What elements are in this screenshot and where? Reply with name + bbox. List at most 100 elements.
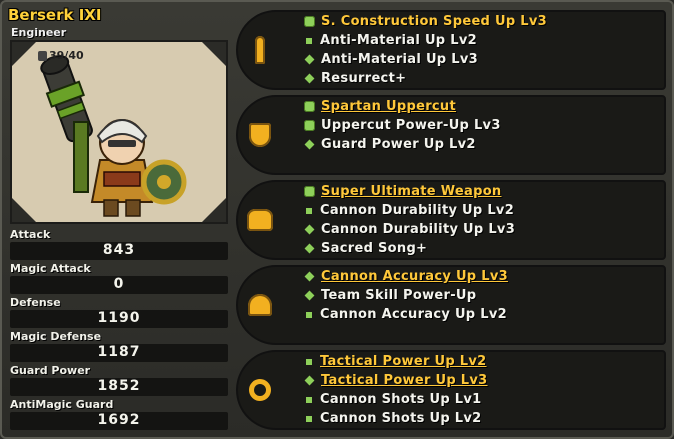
slot-icon-wrap[interactable] (240, 188, 280, 252)
slot-icon-wrap[interactable] (240, 103, 280, 167)
slot-icon-wrap[interactable] (240, 358, 280, 422)
skill-item[interactable]: Sacred Song+ (304, 239, 515, 258)
character-class: Engineer (11, 26, 67, 39)
slot-icon-wrap[interactable] (240, 273, 280, 337)
skill-name: Tactical Power Up Lv3 (321, 373, 488, 388)
skill-name: Team Skill Power-Up (321, 288, 477, 303)
stat-antimagic-guard: AntiMagic Guard 1692 (8, 398, 228, 432)
stat-value-box: 843 (10, 242, 228, 260)
skill-item[interactable]: Cannon Shots Up Lv1 (304, 390, 488, 409)
stat-magic-defense: Magic Defense 1187 (8, 330, 228, 364)
skill-marker-icon (306, 358, 312, 365)
equipment-slot-weapon[interactable]: S. Construction Speed Up Lv3 Anti-Materi… (236, 10, 666, 90)
character-name: Berserk IXI (8, 6, 102, 24)
skill-marker-icon (304, 290, 315, 301)
skill-marker-icon (306, 415, 312, 422)
skill-item[interactable]: Cannon Accuracy Up Lv3 (304, 267, 508, 286)
frame-corner (202, 198, 226, 222)
frame-corner (12, 42, 36, 66)
skill-marker-icon (304, 16, 315, 27)
stat-value-box: 1187 (10, 344, 228, 362)
stat-value: 1852 (97, 378, 141, 394)
skill-list: Cannon Accuracy Up Lv3 Team Skill Power-… (304, 267, 508, 324)
skill-marker-icon (304, 54, 315, 65)
skill-item[interactable]: Tactical Power Up Lv2 (304, 352, 488, 371)
stat-label: AntiMagic Guard (10, 398, 114, 411)
stat-guard-power: Guard Power 1852 (8, 364, 228, 398)
skill-name: Super Ultimate Weapon (321, 184, 502, 199)
level-value: 39/40 (49, 49, 84, 62)
skill-marker-icon (304, 101, 315, 112)
stat-value-box: 0 (10, 276, 228, 294)
skill-marker-icon (306, 207, 312, 214)
skill-marker-icon (304, 243, 315, 254)
stat-value-box: 1852 (10, 378, 228, 396)
skill-marker-icon (304, 73, 315, 84)
skill-name: Cannon Shots Up Lv1 (320, 392, 482, 407)
stat-value-box: 1190 (10, 310, 228, 328)
shield-icon (249, 123, 271, 147)
skill-item[interactable]: Team Skill Power-Up (304, 286, 508, 305)
skill-item[interactable]: Cannon Shots Up Lv2 (304, 409, 488, 428)
skill-item[interactable]: Super Ultimate Weapon (304, 182, 515, 201)
skill-item[interactable]: Cannon Durability Up Lv3 (304, 220, 515, 239)
stat-value: 0 (113, 276, 125, 292)
skill-list: Super Ultimate Weapon Cannon Durability … (304, 182, 515, 258)
skill-marker-icon (304, 186, 315, 197)
stat-value: 1187 (97, 344, 141, 360)
lock-icon (38, 50, 47, 61)
stat-value-box: 1692 (10, 412, 228, 430)
stat-defense: Defense 1190 (8, 296, 228, 330)
skill-name: Resurrect+ (321, 71, 407, 86)
weapon-icon (255, 36, 265, 64)
character-portrait[interactable]: 39/40 (10, 40, 228, 224)
skill-item[interactable]: Anti-Material Up Lv2 (304, 31, 547, 50)
skill-marker-icon (306, 396, 312, 403)
skill-name: Cannon Shots Up Lv2 (320, 411, 482, 426)
skill-item[interactable]: Cannon Accuracy Up Lv2 (304, 305, 508, 324)
skill-item[interactable]: Tactical Power Up Lv3 (304, 371, 488, 390)
equipment-slot-armor[interactable]: Super Ultimate Weapon Cannon Durability … (236, 180, 666, 260)
stat-magic-attack: Magic Attack 0 (8, 262, 228, 296)
stat-label: Magic Attack (10, 262, 91, 275)
skill-item[interactable]: Cannon Durability Up Lv2 (304, 201, 515, 220)
stat-attack: Attack 843 (8, 228, 228, 262)
stat-label: Defense (10, 296, 61, 309)
equipment-slot-shield[interactable]: Spartan Uppercut Uppercut Power-Up Lv3 G… (236, 95, 666, 175)
equipment-slot-helmet[interactable]: Cannon Accuracy Up Lv3 Team Skill Power-… (236, 265, 666, 345)
stat-label: Guard Power (10, 364, 91, 377)
skill-name: Spartan Uppercut (321, 99, 456, 114)
skill-name: Cannon Durability Up Lv2 (320, 203, 515, 218)
skill-name: Cannon Accuracy Up Lv2 (320, 307, 507, 322)
equipment-slot-ring[interactable]: Tactical Power Up Lv2 Tactical Power Up … (236, 350, 666, 430)
skill-item[interactable]: Guard Power Up Lv2 (304, 135, 501, 154)
frame-corner (202, 42, 226, 66)
skill-marker-icon (306, 37, 312, 44)
skill-name: Tactical Power Up Lv2 (320, 354, 487, 369)
skill-item[interactable]: Resurrect+ (304, 69, 547, 88)
skill-name: Anti-Material Up Lv2 (320, 33, 477, 48)
stats-panel: Attack 843 Magic Attack 0 Defense 1190 M… (8, 228, 228, 432)
skill-item[interactable]: S. Construction Speed Up Lv3 (304, 12, 547, 31)
skill-item[interactable]: Anti-Material Up Lv3 (304, 50, 547, 69)
skill-name: Sacred Song+ (321, 241, 428, 256)
skill-item[interactable]: Uppercut Power-Up Lv3 (304, 116, 501, 135)
armor-icon (247, 209, 273, 231)
skill-marker-icon (304, 120, 315, 131)
skill-list: S. Construction Speed Up Lv3 Anti-Materi… (304, 12, 547, 88)
skill-marker-icon (306, 311, 312, 318)
level-badge: 39/40 (38, 49, 84, 62)
skill-name: S. Construction Speed Up Lv3 (321, 14, 547, 29)
character-sprite (40, 55, 187, 217)
skill-name: Guard Power Up Lv2 (321, 137, 476, 152)
skill-name: Anti-Material Up Lv3 (321, 52, 478, 67)
ring-icon (249, 379, 271, 401)
skill-item[interactable]: Spartan Uppercut (304, 97, 501, 116)
skill-list: Tactical Power Up Lv2 Tactical Power Up … (304, 352, 488, 428)
frame-corner (12, 198, 36, 222)
skill-marker-icon (304, 375, 315, 386)
skill-name: Uppercut Power-Up Lv3 (321, 118, 501, 133)
slot-icon-wrap[interactable] (240, 18, 280, 82)
skill-name: Cannon Accuracy Up Lv3 (321, 269, 508, 284)
skill-marker-icon (304, 139, 315, 150)
